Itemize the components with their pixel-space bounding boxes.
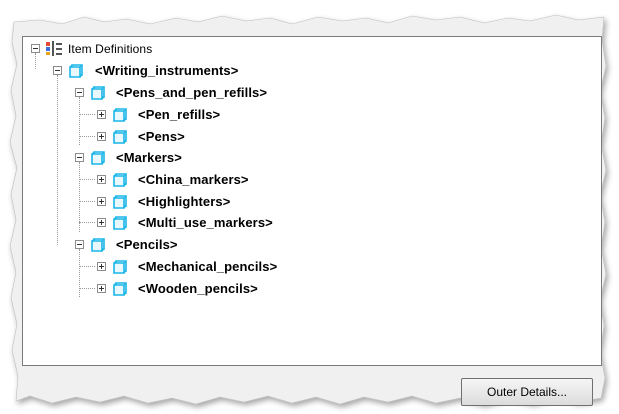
tree-node-label: <Pen_refills>: [138, 107, 221, 122]
item-node-icon: [113, 130, 127, 144]
tree-node-label: <Mechanical_pencils>: [138, 259, 278, 274]
item-node-icon: [69, 64, 83, 78]
item-node-icon: [91, 238, 105, 252]
collapse-toggle[interactable]: [53, 66, 62, 75]
item-node-icon: [91, 86, 105, 100]
tree-node-pens[interactable]: <Pens>: [23, 128, 423, 146]
tree-node-label: <Pens>: [138, 129, 185, 144]
tree-guide-line: [79, 114, 95, 115]
item-node-icon: [113, 282, 127, 296]
item-node-icon: [113, 173, 127, 187]
tree-node-mechanical-pencils[interactable]: <Mechanical_pencils>: [23, 258, 423, 276]
tree-node-pen-refills[interactable]: <Pen_refills>: [23, 106, 423, 124]
tree-node-label: <China_markers>: [138, 172, 249, 187]
item-node-icon: [113, 216, 127, 230]
tree-node-label: <Writing_instruments>: [95, 63, 239, 78]
expand-toggle[interactable]: [97, 132, 106, 141]
tree-guide-line: [79, 222, 95, 223]
tree-root-item-definitions[interactable]: Item Definitions: [23, 40, 323, 58]
tree-node-multi-use-markers[interactable]: <Multi_use_markers>: [23, 214, 423, 232]
tree-node-label: <Pens_and_pen_refills>: [116, 85, 268, 100]
expand-toggle[interactable]: [97, 197, 106, 206]
tree-node-highlighters[interactable]: <Highlighters>: [23, 193, 423, 211]
expand-toggle[interactable]: [97, 262, 106, 271]
tree-node-pencils[interactable]: <Pencils>: [23, 236, 423, 254]
item-node-icon: [91, 151, 105, 165]
tree-node-label: <Wooden_pencils>: [138, 281, 258, 296]
tree-guide-line: [79, 136, 95, 137]
tree-node-label: <Highlighters>: [138, 194, 231, 209]
collapse-toggle[interactable]: [75, 88, 84, 97]
tree-node-china-markers[interactable]: <China_markers>: [23, 171, 423, 189]
item-node-icon: [113, 195, 127, 209]
expand-toggle[interactable]: [97, 284, 106, 293]
tree-guide-line: [79, 201, 95, 202]
item-node-icon: [113, 108, 127, 122]
tree-root-label: Item Definitions: [68, 42, 153, 56]
expand-toggle[interactable]: [97, 110, 106, 119]
item-definitions-icon: [46, 41, 62, 56]
tree-guide-line: [79, 179, 95, 180]
expand-toggle[interactable]: [97, 175, 106, 184]
tree-node-pens-and-pen-refills[interactable]: <Pens_and_pen_refills>: [23, 84, 423, 102]
collapse-root-toggle[interactable]: [31, 44, 40, 53]
tree-node-markers[interactable]: <Markers>: [23, 149, 423, 167]
expand-toggle[interactable]: [97, 218, 106, 227]
tree-node-label: <Markers>: [116, 150, 182, 165]
collapse-toggle[interactable]: [75, 240, 84, 249]
tree-guide-line: [79, 288, 95, 289]
item-node-icon: [113, 260, 127, 274]
tree-node-label: <Pencils>: [116, 237, 178, 252]
tree-node-wooden-pencils[interactable]: <Wooden_pencils>: [23, 280, 423, 298]
tree-node-label: <Multi_use_markers>: [138, 215, 273, 230]
tree-guide-line: [79, 266, 95, 267]
outer-details-button[interactable]: Outer Details...: [461, 378, 593, 406]
tree-node-writing-instruments[interactable]: <Writing_instruments>: [23, 62, 423, 80]
collapse-toggle[interactable]: [75, 153, 84, 162]
item-definitions-tree[interactable]: Item Definitions <Writing_instruments> <…: [22, 36, 602, 366]
